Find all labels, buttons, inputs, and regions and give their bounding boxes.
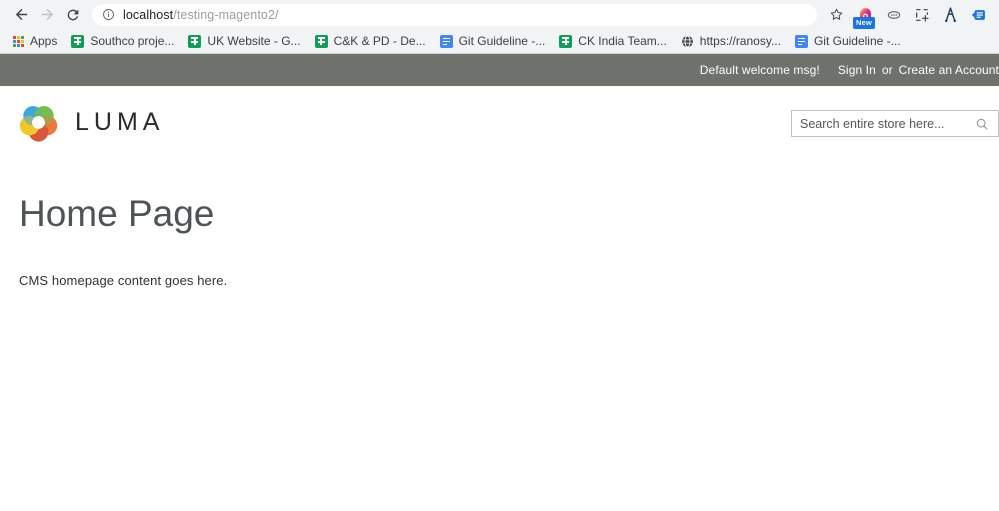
panel-links: Default welcome msg! Sign In or Create a… [700,63,999,77]
bookmark-git-guideline-2[interactable]: Git Guideline -... [788,31,908,51]
bookmark-label: CK India Team... [578,34,667,48]
bookmark-ck-pd[interactable]: C&K & PD - De... [308,31,433,51]
store-header: LUMA [0,86,999,159]
web-page: Default welcome msg! Sign In or Create a… [0,54,999,511]
google-sheets-icon [71,35,84,48]
bookmark-uk-website[interactable]: UK Website - G... [181,31,307,51]
google-sheets-icon [188,35,201,48]
bookmark-label: https://ranosy... [700,34,781,48]
search-area [791,110,999,137]
bookmark-label: Apps [30,34,57,48]
back-arrow-icon [13,6,30,23]
panel-separator: or [882,63,893,77]
bookmark-southco-project[interactable]: Southco proje... [64,31,181,51]
create-account-link[interactable]: Create an Account [899,63,999,77]
toolbar-actions: New [823,2,991,28]
url-path: /testing-magento2/ [173,8,278,22]
search-box[interactable] [791,110,999,137]
extension-panel-icon[interactable] [965,2,991,28]
url-host: localhost [123,8,173,22]
bookmark-label: UK Website - G... [207,34,300,48]
bookmark-apps[interactable]: Apps [6,31,64,51]
google-sheets-icon [315,35,328,48]
search-button[interactable] [974,116,990,132]
forward-button[interactable] [34,2,60,28]
google-docs-icon [440,35,453,48]
reload-icon [65,7,81,23]
bookmark-label: Git Guideline -... [459,34,546,48]
browser-chrome: localhost/testing-magento2/ [0,0,999,54]
bookmark-star-icon[interactable] [823,2,849,28]
back-button[interactable] [8,2,34,28]
apps-grid-icon [13,36,24,47]
bookmark-ck-india-team[interactable]: CK India Team... [552,31,674,51]
extension-colorful-icon[interactable]: New [851,2,879,28]
sign-in-link[interactable]: Sign In [838,63,876,77]
bookmark-git-guideline-1[interactable]: Git Guideline -... [433,31,553,51]
store-logo[interactable]: LUMA [19,103,164,142]
search-magnifier-icon [975,117,989,131]
bookmark-ranosy[interactable]: https://ranosy... [674,31,788,51]
bookmark-label: C&K & PD - De... [334,34,426,48]
extension-new-badge: New [853,17,875,29]
info-circle-icon[interactable] [102,8,115,21]
bookmarks-bar: Apps Southco proje... UK Website - G... … [0,29,999,53]
main-content: Home Page CMS homepage content goes here… [0,159,999,459]
reload-button[interactable] [60,2,86,28]
page-title: Home Page [19,159,980,232]
bookmark-label: Southco proje... [90,34,174,48]
extension-oval-icon[interactable] [881,2,907,28]
google-docs-icon [795,35,808,48]
welcome-message: Default welcome msg! [700,63,820,77]
brand-name: LUMA [75,108,164,137]
browser-toolbar: localhost/testing-magento2/ [0,0,999,29]
bookmark-label: Git Guideline -... [814,34,901,48]
google-sheets-icon [559,35,572,48]
cms-content-text: CMS homepage content goes here. [19,232,980,288]
globe-icon [681,35,694,48]
address-bar[interactable]: localhost/testing-magento2/ [92,4,817,26]
search-input[interactable] [800,117,974,131]
store-panel-header: Default welcome msg! Sign In or Create a… [0,54,999,86]
extension-branch-icon[interactable] [937,2,963,28]
luma-rings-icon [19,103,58,142]
url-text: localhost/testing-magento2/ [123,8,279,22]
screenshot-capture-icon[interactable] [909,2,935,28]
forward-arrow-icon [39,6,56,23]
